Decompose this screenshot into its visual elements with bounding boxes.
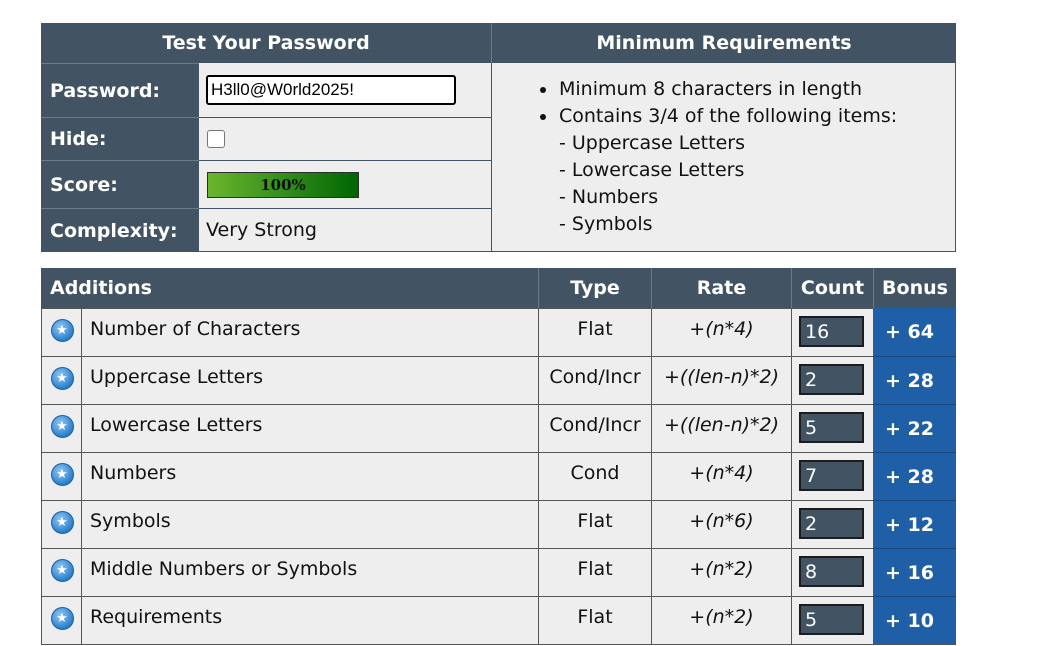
- requirement-contains: Contains 3/4 of the following items:: [492, 103, 955, 130]
- requirement-length: Minimum 8 characters in length: [492, 76, 955, 103]
- table-bottom-border: [41, 644, 956, 645]
- row-bonus: + 10: [873, 596, 956, 644]
- row-count-field[interactable]: 8: [799, 556, 864, 587]
- row-type: Flat: [577, 606, 613, 628]
- requirements-list: Minimum 8 characters in length Contains …: [491, 63, 956, 252]
- row-name: Lowercase Letters: [90, 414, 263, 436]
- row-rate: +((len-n)*2): [663, 414, 780, 436]
- check-star-icon[interactable]: ★: [50, 558, 74, 582]
- type-header: Type: [538, 268, 651, 308]
- complexity-value: Very Strong: [206, 219, 317, 241]
- row-rate: +(n*2): [689, 606, 754, 628]
- check-star-icon[interactable]: ★: [50, 366, 74, 390]
- hide-label: Hide:: [41, 117, 199, 160]
- row-bonus: + 28: [873, 356, 956, 404]
- info-icon-cell[interactable]: ★: [49, 317, 75, 343]
- bonus-header: Bonus: [873, 268, 956, 308]
- row-name: Uppercase Letters: [90, 366, 264, 388]
- row-bonus: + 64: [873, 308, 956, 356]
- row-rate: +(n*2): [689, 558, 754, 580]
- table-left-border: [41, 308, 42, 645]
- test-password-title: Test Your Password: [41, 23, 491, 63]
- minimum-requirements-title: Minimum Requirements: [491, 23, 956, 63]
- complexity-label: Complexity:: [41, 208, 199, 252]
- check-star-icon[interactable]: ★: [50, 414, 74, 438]
- info-icon-cell[interactable]: ★: [49, 461, 75, 487]
- additions-header: Additions: [41, 268, 538, 308]
- row-count-field[interactable]: 5: [799, 412, 864, 443]
- row-rate: +((len-n)*2): [663, 366, 780, 388]
- check-star-icon[interactable]: ★: [50, 318, 74, 342]
- row-name: Number of Characters: [90, 318, 301, 340]
- row-count-field[interactable]: 7: [799, 460, 864, 491]
- count-header: Count: [791, 268, 873, 308]
- hide-cell: [199, 117, 491, 160]
- row-bonus: + 28: [873, 452, 956, 500]
- requirement-symbols: - Symbols: [559, 213, 653, 235]
- score-text: 100%: [260, 175, 306, 194]
- row-count-field[interactable]: 16: [799, 316, 864, 347]
- row-type: Flat: [577, 558, 613, 580]
- row-bonus: + 12: [873, 500, 956, 548]
- requirement-uppercase: - Uppercase Letters: [559, 132, 745, 154]
- requirement-lowercase: - Lowercase Letters: [559, 159, 745, 181]
- password-input[interactable]: [206, 75, 456, 105]
- row-bonus: + 22: [873, 404, 956, 452]
- check-star-icon[interactable]: ★: [50, 510, 74, 534]
- password-cell: [199, 63, 491, 117]
- info-icon-cell[interactable]: ★: [49, 605, 75, 631]
- info-icon-cell[interactable]: ★: [49, 413, 75, 439]
- row-name: Requirements: [90, 606, 223, 628]
- count-column-divider: [791, 308, 792, 645]
- requirement-numbers: - Numbers: [559, 186, 659, 208]
- info-icon-cell[interactable]: ★: [49, 509, 75, 535]
- info-icon-cell[interactable]: ★: [49, 365, 75, 391]
- row-rate: +(n*4): [689, 462, 754, 484]
- check-star-icon[interactable]: ★: [50, 606, 74, 630]
- row-rate: +(n*6): [689, 510, 754, 532]
- score-cell: 100%: [199, 160, 491, 208]
- row-bonus: + 16: [873, 548, 956, 596]
- row-type: Cond: [570, 462, 620, 484]
- row-type: Flat: [577, 318, 613, 340]
- row-name: Symbols: [90, 510, 171, 532]
- icon-column-divider: [81, 308, 82, 645]
- rate-header: Rate: [651, 268, 791, 308]
- complexity-cell: Very Strong: [199, 208, 491, 252]
- row-count-field[interactable]: 5: [799, 604, 864, 635]
- row-type: Cond/Incr: [549, 366, 641, 388]
- row-type: Flat: [577, 510, 613, 532]
- password-label: Password:: [41, 63, 199, 117]
- row-count-field[interactable]: 2: [799, 508, 864, 539]
- info-icon-cell[interactable]: ★: [49, 557, 75, 583]
- row-name: Numbers: [90, 462, 177, 484]
- hide-checkbox[interactable]: [207, 130, 225, 148]
- score-bar: 100%: [207, 171, 359, 198]
- score-label: Score:: [41, 160, 199, 208]
- row-type: Cond/Incr: [549, 414, 641, 436]
- rate-column-divider: [651, 308, 652, 645]
- row-count-field[interactable]: 2: [799, 364, 864, 395]
- row-name: Middle Numbers or Symbols: [90, 558, 358, 580]
- row-rate: +(n*4): [689, 318, 754, 340]
- check-star-icon[interactable]: ★: [50, 462, 74, 486]
- type-column-divider: [538, 308, 539, 645]
